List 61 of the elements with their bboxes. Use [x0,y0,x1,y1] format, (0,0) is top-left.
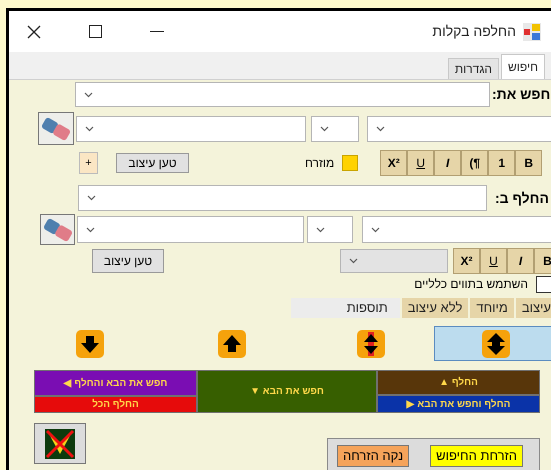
dropdown-field[interactable] [340,249,448,273]
action-button[interactable]: חפש את הבא ▼ [198,371,376,412]
tab[interactable]: חיפוש [501,54,545,79]
direction-button[interactable] [218,330,246,358]
tab[interactable]: ללא עיצוב [402,298,468,318]
eraser-button[interactable] [38,112,74,145]
close-icon[interactable] [26,24,42,40]
wildcards-checkbox[interactable] [536,276,551,292]
chevron-down-icon [85,126,94,132]
direction-button[interactable] [76,330,104,358]
action-button[interactable]: חפש את הבא והחלף ◀ [35,371,196,395]
format-button[interactable]: U [407,150,434,176]
format-button[interactable]: 1 [488,150,516,176]
dropdown-field[interactable] [367,116,551,142]
tab[interactable]: עיצוב [516,298,551,318]
dropdown-field[interactable] [311,116,359,142]
eraser-button[interactable] [40,214,75,245]
format-button[interactable]: B [515,150,542,176]
format-button[interactable]: X² [380,150,408,176]
format-button[interactable]: (¶ [461,150,488,176]
app-icon [522,22,542,42]
tab[interactable]: הגדרות [448,58,500,79]
add-button[interactable]: + [79,152,98,174]
dropdown-field[interactable] [75,82,490,107]
load-format-button[interactable]: טען עיצוב [116,153,189,173]
dropdown-field[interactable] [307,216,353,243]
replace-label: החלף ב: [495,188,549,208]
action-button[interactable]: החלף וחפש את הבא ▶ [378,396,539,412]
chevron-down-icon [376,126,385,132]
format-button[interactable]: I [434,150,462,176]
direction-button[interactable] [482,330,510,358]
wildcards-label: השתמש בתווים כלליים [414,276,528,293]
load-format-button[interactable]: טען עיצוב [92,249,164,273]
clear-button[interactable] [34,423,86,464]
dropdown-field[interactable] [77,216,304,243]
tab[interactable]: תוספות [290,298,400,318]
format-button[interactable]: X² [453,248,480,274]
dropdown-field[interactable] [362,216,551,243]
direction-button[interactable] [356,330,384,358]
cancel-arrow-icon [44,428,76,460]
chevron-down-icon [320,126,329,132]
highlight-button[interactable]: נקה הזרחה [337,445,410,467]
find-label: חפש את: [492,85,550,104]
maximize-icon[interactable] [89,25,102,38]
format-button[interactable]: B [534,248,551,274]
highlight-button[interactable]: הזרחת החיפוש [430,445,523,467]
chevron-down-icon [349,258,358,264]
dropdown-field[interactable] [78,185,487,211]
chevron-down-icon [86,226,95,232]
window-title: החלפה בקלות [432,22,516,41]
highlight-color-swatch[interactable] [342,155,358,171]
format-button[interactable]: I [507,248,534,274]
dropdown-field[interactable] [76,116,306,142]
chevron-down-icon [84,92,93,98]
tab[interactable]: מיוחד [470,298,514,318]
chevron-down-icon [87,195,96,201]
chevron-down-icon [371,226,380,232]
format-button[interactable]: U [480,248,507,274]
chevron-down-icon [316,226,325,232]
highlight-label: מוזרח [305,155,334,172]
action-button[interactable]: החלף ▲ [378,371,539,394]
